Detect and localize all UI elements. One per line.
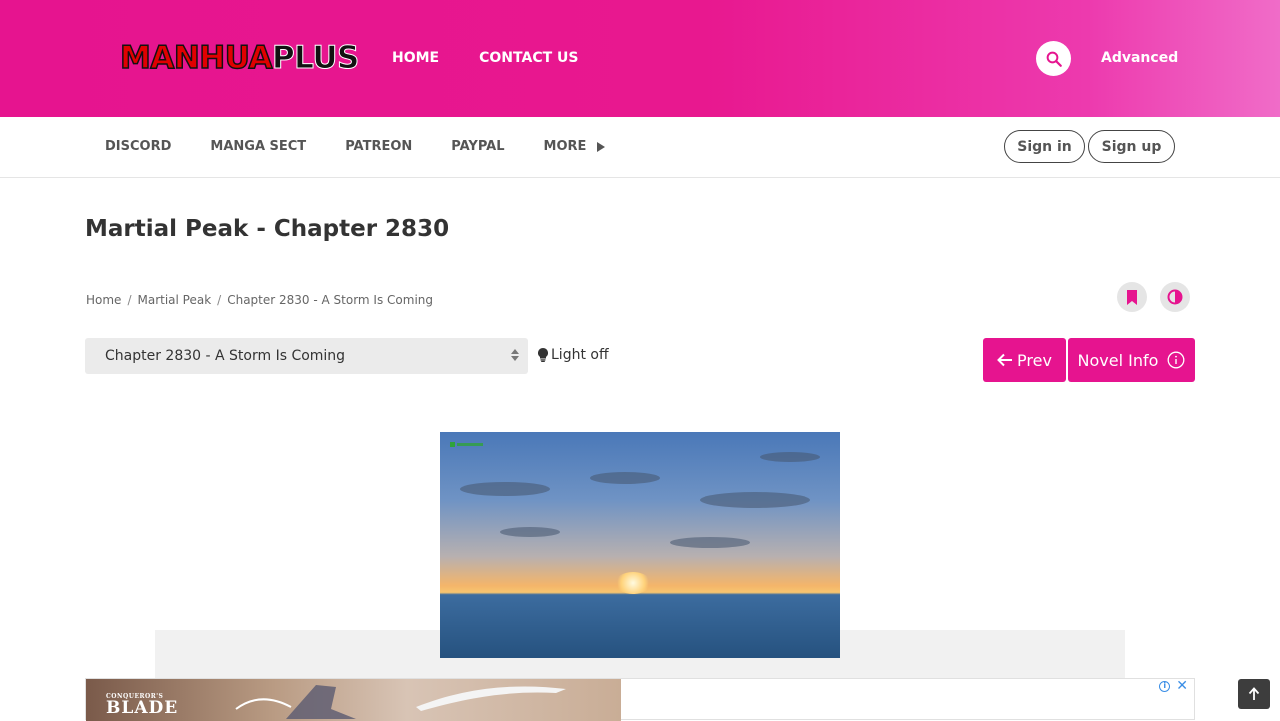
breadcrumb-home[interactable]: Home (86, 293, 121, 307)
breadcrumb-current: Chapter 2830 - A Storm Is Coming (227, 293, 433, 307)
nav-more-label: MORE (543, 139, 587, 154)
nav-patreon[interactable]: PATREON (345, 139, 412, 154)
page-title: Martial Peak - Chapter 2830 (85, 216, 450, 242)
logo-text-manhua: MANHUA (119, 39, 273, 77)
light-off-toggle[interactable]: Light off (538, 347, 609, 363)
logo-text-plus: PLUS (271, 40, 359, 77)
contrast-icon (1167, 289, 1183, 305)
nav-paypal[interactable]: PAYPAL (451, 139, 504, 154)
caret-right-icon (597, 141, 606, 152)
search-icon (1046, 51, 1062, 67)
prev-chapter-button[interactable]: Prev (983, 338, 1066, 382)
nav-contact-us[interactable]: CONTACT US (479, 50, 578, 66)
breadcrumb: Home / Martial Peak / Chapter 2830 - A S… (86, 293, 433, 307)
back-to-top-button[interactable] (1238, 679, 1270, 709)
nav-home[interactable]: HOME (392, 50, 439, 66)
top-nav: HOME CONTACT US (392, 50, 578, 66)
chapter-select[interactable]: Chapter 2830 - A Storm Is Coming (85, 338, 528, 374)
sign-in-button[interactable]: Sign in (1004, 130, 1085, 163)
novel-info-button[interactable]: Novel Info (1068, 338, 1195, 382)
bookmark-icon (1127, 289, 1137, 305)
arrow-left-icon (997, 353, 1013, 367)
ad-image-sunset[interactable] (440, 432, 840, 658)
ad-brand-text: CONQUEROR'S BLADE (106, 693, 178, 718)
ad-banner-image[interactable]: CONQUEROR'S BLADE (86, 679, 621, 721)
ad-brand-title: BLADE (106, 698, 179, 718)
bookmark-button[interactable] (1117, 282, 1147, 312)
search-button[interactable] (1036, 41, 1071, 76)
ad-controls: i ✕ (1159, 679, 1188, 693)
prev-label: Prev (1017, 350, 1052, 370)
site-logo[interactable]: MANHUAPLUS (119, 39, 360, 77)
breadcrumb-separator: / (127, 293, 132, 307)
bottom-ad-banner[interactable]: CONQUEROR'S BLADE i ✕ (85, 678, 1195, 721)
dark-mode-toggle[interactable] (1160, 282, 1190, 312)
adchoices-icon[interactable]: i (1159, 680, 1171, 692)
secondary-nav: DISCORD MANGA SECT PATREON PAYPAL MORE S… (0, 117, 1280, 178)
light-off-label: Light off (551, 347, 609, 363)
novel-info-label: Novel Info (1077, 350, 1159, 370)
advanced-search-link[interactable]: Advanced (1101, 50, 1178, 66)
breadcrumb-series[interactable]: Martial Peak (137, 293, 211, 307)
sign-up-button[interactable]: Sign up (1088, 130, 1175, 163)
select-arrows-icon (511, 349, 519, 363)
ad-watermark (450, 441, 483, 448)
info-icon (1167, 351, 1185, 369)
arrow-up-icon (1248, 687, 1260, 700)
lightbulb-icon (538, 348, 548, 362)
nav-more[interactable]: MORE (544, 139, 606, 154)
sun-shape (615, 572, 651, 594)
chapter-select-value: Chapter 2830 - A Storm Is Coming (105, 348, 346, 364)
close-icon[interactable]: ✕ (1176, 679, 1188, 693)
breadcrumb-separator: / (217, 293, 222, 307)
nav-manga-sect[interactable]: MANGA SECT (210, 139, 306, 154)
site-header: MANHUAPLUS HOME CONTACT US Advanced (0, 0, 1280, 117)
nav-discord[interactable]: DISCORD (105, 139, 171, 154)
